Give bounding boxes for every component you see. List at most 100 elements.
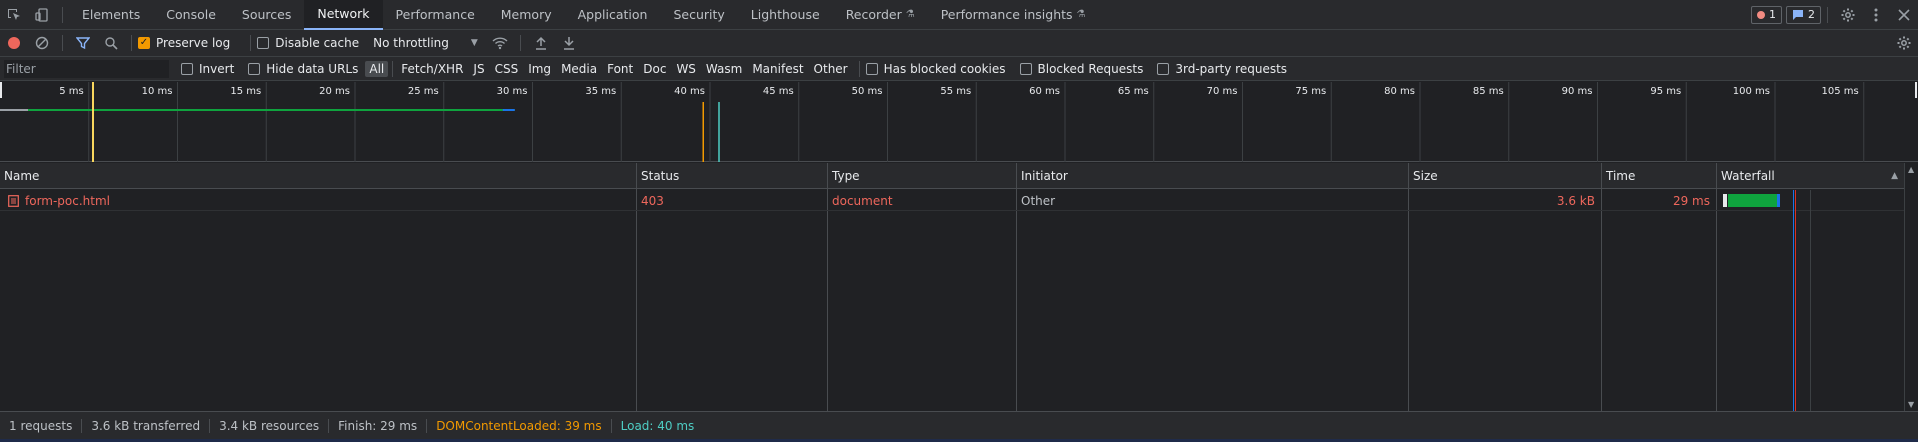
waterfall-bar[interactable] (1723, 194, 1780, 207)
table-scrollbar[interactable]: ▲ ▼ (1904, 163, 1918, 411)
network-overview-timeline[interactable]: 5 ms 10 ms 15 ms 20 ms 25 ms 30 ms 35 ms 40 ms 4… (0, 82, 1918, 162)
clear-log-icon[interactable] (28, 30, 56, 57)
throttling-value: No throttling (373, 36, 449, 50)
tab-separator (62, 6, 63, 23)
filter-type-all[interactable]: All (365, 60, 389, 77)
column-header-size[interactable]: Size (1409, 163, 1601, 189)
column-header-waterfall[interactable]: Waterfall ▲ (1717, 163, 1904, 189)
request-name-cell[interactable]: form-poc.html (4, 191, 634, 211)
error-count-badge[interactable]: 1 (1751, 5, 1782, 24)
device-toolbar-icon[interactable] (28, 0, 56, 30)
filter-separator (858, 60, 860, 77)
column-header-initiator[interactable]: Initiator (1017, 163, 1408, 189)
overview-tick-label: 55 ms (940, 86, 971, 97)
filter-type-fetch-xhr[interactable]: Fetch/XHR (397, 61, 467, 77)
has-blocked-cookies-checkbox[interactable]: Has blocked cookies (865, 61, 1006, 76)
more-options-kebab-icon[interactable] (1862, 0, 1890, 30)
scroll-up-arrow-icon[interactable]: ▲ (1908, 165, 1914, 174)
tab-memory[interactable]: Memory (488, 0, 565, 30)
tab-label: Memory (500, 7, 552, 22)
unchecked-box-icon (257, 37, 270, 49)
request-time: 29 ms (1672, 194, 1710, 208)
tab-label: Console (166, 7, 216, 22)
tab-console[interactable]: Console (153, 0, 229, 30)
tab-network[interactable]: Network (304, 0, 383, 30)
invert-checkbox[interactable]: Invert (181, 62, 234, 76)
message-count: 2 (1808, 8, 1815, 21)
network-summary-bar: 1 requests 3.6 kB transferred 3.4 kB res… (0, 411, 1918, 439)
import-har-upload-icon[interactable] (527, 30, 555, 57)
filter-type-other[interactable]: Other (810, 61, 852, 77)
filter-funnel-icon[interactable] (69, 30, 97, 57)
filter-type-ws[interactable]: WS (672, 61, 699, 77)
blocked-requests-label: Blocked Requests (1037, 61, 1144, 76)
third-party-requests-checkbox[interactable]: 3rd-party requests (1157, 62, 1287, 76)
network-conditions-wifi-icon[interactable] (486, 30, 514, 57)
document-file-icon (8, 195, 19, 207)
network-settings-gear-icon[interactable] (1890, 30, 1918, 57)
tab-lighthouse[interactable]: Lighthouse (738, 0, 833, 30)
column-header-name[interactable]: Name (0, 163, 636, 189)
column-header-status[interactable]: Status (637, 163, 827, 189)
column-header-type-label: Type (832, 168, 860, 183)
toolbar-separator (250, 35, 252, 51)
tab-sources[interactable]: Sources (229, 0, 304, 30)
tab-label: Performance insights (940, 7, 1073, 22)
filter-type-js[interactable]: JS (469, 61, 488, 77)
inspect-element-icon[interactable] (0, 0, 28, 30)
hide-data-urls-label: Hide data URLs (266, 61, 359, 76)
throttling-select[interactable]: No throttling ▼ (373, 36, 478, 50)
export-har-download-icon[interactable] (555, 30, 583, 57)
filter-type-css[interactable]: CSS (491, 61, 523, 77)
column-header-type[interactable]: Type (828, 163, 1016, 189)
tab-application[interactable]: Application (565, 0, 661, 30)
unchecked-box-icon (181, 62, 193, 75)
request-table: Name Status Type Initiator Size Time Wat… (0, 163, 1904, 411)
scroll-down-arrow-icon[interactable]: ▼ (1908, 400, 1914, 409)
tab-security[interactable]: Security (660, 0, 737, 30)
filter-type-img[interactable]: Img (524, 61, 555, 77)
hide-data-urls-checkbox[interactable]: Hide data URLs (248, 62, 358, 76)
filter-type-font[interactable]: Font (603, 61, 637, 77)
unchecked-box-icon (1019, 62, 1032, 75)
close-devtools-icon[interactable] (1890, 0, 1918, 30)
overview-tick-label: 5 ms (59, 86, 84, 97)
column-header-initiator-label: Initiator (1021, 168, 1068, 183)
filter-type-manifest[interactable]: Manifest (748, 61, 807, 77)
preserve-log-label: Preserve log (156, 36, 231, 50)
column-header-size-label: Size (1413, 168, 1438, 183)
settings-gear-icon[interactable] (1834, 0, 1862, 30)
tab-performance[interactable]: Performance (383, 0, 488, 30)
third-party-requests-label: 3rd-party requests (1175, 61, 1288, 76)
message-icon (1793, 9, 1803, 20)
resources-size: 3.4 kB resources (210, 418, 330, 433)
request-type-cell: document (828, 191, 1016, 211)
request-time-cell: 29 ms (1602, 191, 1716, 211)
blocked-requests-checkbox[interactable]: Blocked Requests (1019, 61, 1144, 76)
overview-waiting-bar (28, 109, 515, 111)
tab-performance-insights[interactable]: Performance insights ⚗ (928, 0, 1099, 30)
tab-recorder[interactable]: Recorder ⚗ (833, 0, 928, 30)
load-time: Load: 40 ms (620, 418, 695, 433)
overview-tick-label: 15 ms (230, 86, 261, 97)
unchecked-box-icon (248, 62, 261, 75)
overview-tick-label: 80 ms (1384, 86, 1415, 97)
disable-cache-checkbox[interactable]: Disable cache (257, 36, 359, 50)
tab-label: Recorder (845, 7, 902, 22)
filter-type-doc[interactable]: Doc (639, 61, 670, 77)
overview-tick-label: 50 ms (852, 86, 883, 97)
message-count-badge[interactable]: 2 (1786, 5, 1821, 24)
request-initiator-cell: Other (1017, 191, 1408, 211)
filter-input[interactable]: Filter (4, 59, 169, 78)
tab-elements[interactable]: Elements (69, 0, 153, 30)
experiment-flask-icon: ⚗ (905, 9, 915, 20)
overview-tick-label: 20 ms (319, 86, 350, 97)
search-icon[interactable] (97, 30, 125, 57)
preserve-log-checkbox[interactable]: ✓ Preserve log (138, 36, 230, 50)
filter-type-wasm[interactable]: Wasm (702, 61, 746, 77)
has-blocked-cookies-label: Has blocked cookies (883, 61, 1006, 76)
record-stop-icon[interactable] (0, 30, 28, 57)
filter-type-media[interactable]: Media (557, 61, 601, 77)
column-header-time[interactable]: Time (1602, 163, 1716, 189)
waterfall-dcl-marker (1793, 190, 1794, 411)
